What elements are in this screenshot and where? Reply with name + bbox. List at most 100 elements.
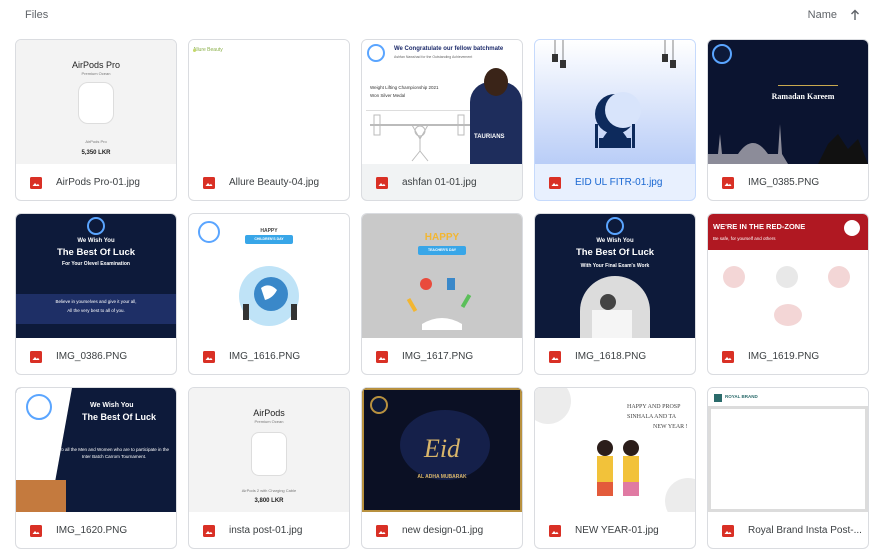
- file-thumbnail: HAPPY AND PROSP SINHALA AND TA NEW YEAR …: [535, 388, 695, 512]
- file-thumbnail: ROYAL BRAND: [708, 388, 868, 512]
- image-file-icon: [722, 524, 734, 537]
- file-card[interactable]: ROYAL BRAND Royal Brand Insta Post-...: [707, 387, 869, 549]
- new-year-children-art: [597, 440, 639, 496]
- school-logo: [606, 217, 624, 235]
- athlete-photo: TAURIANS: [470, 68, 522, 164]
- file-thumbnail: We Wish You The Best Of Luck With Your F…: [535, 214, 695, 338]
- files-header: Files Name: [0, 0, 885, 32]
- student-desk: [592, 310, 632, 338]
- thumb-title1: HAPPY: [424, 232, 460, 243]
- file-grid: AirPods Pro Premium Ocean AirPods Pro 5,…: [15, 39, 875, 549]
- brand-logo-mark: [714, 394, 722, 402]
- file-card[interactable]: AirPods Pro Premium Ocean AirPods Pro 5,…: [15, 39, 177, 201]
- image-file-icon: [203, 350, 215, 363]
- sort-label: Name: [807, 9, 837, 21]
- file-name: IMG_1616.PNG: [229, 351, 301, 362]
- safety-icon-3: [828, 266, 850, 288]
- file-card[interactable]: We Congratulate our fellow batchmate Ash…: [361, 39, 523, 201]
- file-card[interactable]: We Wish You The Best Of Luck For Your Ol…: [15, 213, 177, 375]
- sort-by-name-button[interactable]: Name: [808, 7, 863, 23]
- thumb-jersey: TAURIANS: [474, 134, 505, 140]
- file-card[interactable]: Ramadan Kareem IMG_0385.PNG: [707, 39, 869, 201]
- file-thumbnail: [535, 40, 695, 164]
- photo-frame: [708, 406, 868, 512]
- file-name: new design-01.jpg: [402, 525, 484, 536]
- image-file-icon: [376, 524, 388, 537]
- thumb-title2: CHILDREN'S DAY: [254, 237, 284, 241]
- thumb-subtitle: Premium Ocean: [254, 419, 284, 424]
- file-card[interactable]: HAPPY AND PROSP SINHALA AND TA NEW YEAR …: [534, 387, 696, 549]
- virus-icon: [844, 220, 860, 236]
- image-file-icon: [30, 176, 42, 189]
- image-file-icon: [549, 176, 561, 189]
- carrom-board-image: [16, 480, 66, 512]
- thumb-brand: Allure Beauty: [193, 47, 223, 53]
- file-name: IMG_0385.PNG: [748, 177, 820, 188]
- file-card[interactable]: We Wish You The Best Of Luck To all the …: [15, 387, 177, 549]
- file-name: NEW YEAR-01.jpg: [575, 525, 659, 536]
- thumb-brand: ROYAL BRAND: [725, 394, 758, 399]
- arrow-up-icon[interactable]: [847, 7, 863, 23]
- school-logo: [26, 394, 52, 420]
- thumb-body1: Believe in yourselves and give it your a…: [55, 299, 137, 304]
- file-card[interactable]: Eid AL ADHA MUBARAK new design-01.jpg: [361, 387, 523, 549]
- student-photo: [580, 276, 650, 338]
- thumb-line2: The Best Of Luck: [575, 247, 655, 258]
- globe-children-art: [239, 266, 299, 326]
- thumb-headline: WE'RE IN THE RED-ZONE: [713, 222, 806, 231]
- thumb-line2: The Best Of Luck: [82, 412, 157, 422]
- thumb-event: Weight Lifting Championship 2021: [370, 85, 439, 90]
- file-thumbnail: HAPPY CHILDREN'S DAY: [189, 214, 349, 338]
- brand-logo-mark: [193, 49, 196, 52]
- image-file-icon: [376, 350, 388, 363]
- thumb-line3: For Your Olevel Examination: [62, 261, 130, 267]
- file-thumbnail: Eid AL ADHA MUBARAK: [362, 388, 522, 512]
- mandala-pattern: [665, 478, 695, 512]
- file-card[interactable]: AirPods Premium Ocean AirPods 2 with Cha…: [188, 387, 350, 549]
- image-file-icon: [722, 350, 734, 363]
- image-file-icon: [30, 524, 42, 537]
- school-logo: [87, 217, 105, 235]
- section-title: Files: [25, 9, 49, 21]
- file-card[interactable]: WE'RE IN THE RED-ZONE Be safe, for yours…: [707, 213, 869, 375]
- file-thumbnail: We Wish You The Best Of Luck For Your Ol…: [16, 214, 176, 338]
- image-file-icon: [203, 176, 215, 189]
- file-name: IMG_1617.PNG: [402, 351, 474, 362]
- mosque-silhouette: [708, 124, 868, 164]
- school-logo: [370, 396, 388, 414]
- image-file-icon: [203, 524, 215, 537]
- thumb-price: 3,800 LKR: [254, 498, 284, 504]
- thumb-line1: HAPPY AND PROSP: [627, 404, 681, 410]
- file-name: ashfan 01-01.jpg: [402, 177, 477, 188]
- file-card[interactable]: HAPPY TEACHER'S DAY IMG_1617.PNG: [361, 213, 523, 375]
- file-name: IMG_1619.PNG: [748, 351, 820, 362]
- red-zone-banner: WE'RE IN THE RED-ZONE Be safe, for yours…: [708, 214, 868, 250]
- image-file-icon: [722, 176, 734, 189]
- thumb-title: AirPods Pro: [71, 60, 121, 70]
- file-card[interactable]: HAPPY CHILDREN'S DAY IMG_1616.PNG: [188, 213, 350, 375]
- weightlifter-sketch: [366, 110, 474, 162]
- thumb-line2: The Best Of Luck: [56, 247, 136, 258]
- file-card[interactable]: EID UL FITR-01.jpg: [534, 39, 696, 201]
- athlete-head: [484, 68, 508, 96]
- file-name: IMG_1618.PNG: [575, 351, 647, 362]
- file-thumbnail: AirPods Premium Ocean AirPods 2 with Cha…: [189, 388, 349, 512]
- school-logo: [712, 44, 732, 64]
- mandala-pattern: [535, 388, 571, 424]
- file-thumbnail: Ramadan Kareem: [708, 40, 868, 164]
- thumb-line1: We Wish You: [596, 238, 634, 244]
- thumb-subtitle: Premium Ocean: [81, 71, 111, 76]
- title-ribbon: CHILDREN'S DAY: [245, 235, 293, 244]
- thumb-medal: Won Silver Medal: [370, 93, 406, 98]
- file-thumbnail: HAPPY TEACHER'S DAY: [362, 214, 522, 338]
- student-head: [600, 294, 616, 310]
- thumb-subline: AL ADHA MUBARAK: [417, 474, 467, 480]
- airpods-case-image: [251, 432, 287, 476]
- thumb-price: 5,350 LKR: [81, 150, 111, 156]
- file-name: Allure Beauty-04.jpg: [229, 177, 320, 188]
- file-name: insta post-01.jpg: [229, 525, 303, 536]
- safety-icon-1: [723, 266, 745, 288]
- file-card[interactable]: Allure Beauty Allure Beauty-04.jpg: [188, 39, 350, 201]
- title-ribbon: TEACHER'S DAY: [418, 246, 466, 255]
- file-card[interactable]: We Wish You The Best Of Luck With Your F…: [534, 213, 696, 375]
